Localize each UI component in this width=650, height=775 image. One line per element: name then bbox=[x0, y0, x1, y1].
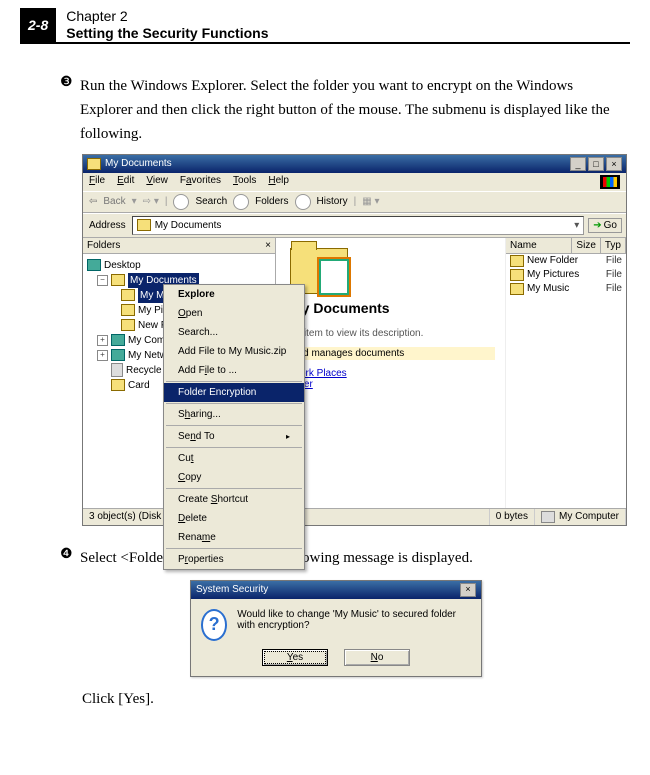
file-list: Name Size Typ New FolderFile My Pictures… bbox=[505, 238, 626, 508]
no-button[interactable]: No bbox=[344, 649, 410, 666]
folders-pane-title: Folders bbox=[87, 240, 120, 251]
step-4: ❹ Select <Folder Encryption>. The follow… bbox=[60, 546, 620, 570]
menu-help[interactable]: Help bbox=[268, 175, 289, 189]
context-menu: Explore Open Search... Add File to My Mu… bbox=[163, 284, 305, 570]
recycle-icon bbox=[111, 363, 123, 377]
question-icon: ? bbox=[201, 609, 227, 641]
go-button[interactable]: ➔Go bbox=[588, 218, 622, 233]
list-item[interactable]: New FolderFile bbox=[506, 254, 626, 268]
folders-icon bbox=[233, 194, 249, 210]
status-bytes: 0 bytes bbox=[490, 509, 535, 525]
menu-view[interactable]: View bbox=[146, 175, 168, 189]
explorer-titlebar: My Documents _ □ × bbox=[83, 155, 626, 173]
folder-icon bbox=[510, 269, 524, 281]
network-icon bbox=[111, 349, 125, 361]
address-value: My Documents bbox=[155, 220, 222, 231]
ctx-add-file[interactable]: Add File to ... bbox=[164, 361, 304, 380]
folder-icon bbox=[111, 379, 125, 391]
status-location: My Computer bbox=[559, 511, 619, 522]
close-button[interactable]: × bbox=[606, 157, 622, 171]
page-title-box: Chapter 2 Setting the Security Functions bbox=[56, 8, 268, 42]
search-button[interactable]: Search bbox=[195, 196, 227, 207]
folder-icon bbox=[510, 255, 524, 267]
chapter-subtitle: Setting the Security Functions bbox=[66, 25, 268, 42]
computer-icon bbox=[541, 511, 555, 523]
address-label: Address bbox=[87, 220, 128, 231]
folder-icon bbox=[137, 219, 151, 231]
bullet-icon: ❸ bbox=[60, 74, 80, 146]
folders-button[interactable]: Folders bbox=[255, 196, 288, 207]
menu-bar: FFileile Edit View Favorites Tools Help bbox=[83, 173, 626, 191]
address-field[interactable]: My Documents ▾ bbox=[132, 216, 585, 235]
ctx-open[interactable]: Open bbox=[164, 304, 304, 323]
ctx-explore[interactable]: Explore bbox=[164, 285, 304, 304]
ctx-folder-encryption[interactable]: Folder Encryption bbox=[164, 383, 304, 402]
history-icon bbox=[295, 194, 311, 210]
folder-icon bbox=[121, 319, 135, 331]
folder-icon bbox=[121, 289, 135, 301]
ctx-create-shortcut[interactable]: Create Shortcut bbox=[164, 490, 304, 509]
col-name[interactable]: Name bbox=[506, 238, 572, 253]
ctx-send-to[interactable]: Send To bbox=[164, 427, 304, 446]
folder-tree[interactable]: Desktop −My Documents My Mu My Pic New F… bbox=[83, 254, 275, 397]
window-title: My Documents bbox=[105, 158, 172, 169]
dialog-close-button[interactable]: × bbox=[460, 583, 476, 597]
dialog-message: Would like to change 'My Music' to secur… bbox=[237, 609, 471, 631]
folder-icon bbox=[121, 304, 135, 316]
confirm-dialog: System Security × ? Would like to change… bbox=[190, 580, 482, 677]
history-button[interactable]: History bbox=[317, 196, 348, 207]
ctx-delete[interactable]: Delete bbox=[164, 509, 304, 528]
menu-tools[interactable]: Tools bbox=[233, 175, 256, 189]
step-4-text: Select <Folder Encryption>. The followin… bbox=[80, 546, 620, 570]
menu-edit[interactable]: Edit bbox=[117, 175, 134, 189]
link-network-places[interactable]: twork Places bbox=[290, 368, 495, 379]
desktop-icon bbox=[87, 259, 101, 271]
document-overlay-icon bbox=[319, 259, 349, 295]
content-desc: and manages documents bbox=[290, 347, 495, 360]
minimize-button[interactable]: _ bbox=[570, 157, 586, 171]
col-type[interactable]: Typ bbox=[601, 238, 626, 253]
folder-icon bbox=[87, 158, 101, 170]
computer-icon bbox=[111, 334, 125, 346]
content-hint: an item to view its description. bbox=[290, 328, 495, 339]
click-yes-text: Click [Yes]. bbox=[82, 691, 620, 708]
folders-pane: Folders × Desktop −My Documents My Mu My… bbox=[83, 238, 276, 508]
ctx-rename[interactable]: Rename bbox=[164, 528, 304, 547]
ctx-search[interactable]: Search... bbox=[164, 323, 304, 342]
address-bar: Address My Documents ▾ ➔Go bbox=[83, 213, 626, 238]
step-3: ❸ Run the Windows Explorer. Select the f… bbox=[60, 74, 620, 146]
menu-file[interactable]: FFileile bbox=[89, 175, 105, 189]
menu-favorites[interactable]: Favorites bbox=[180, 175, 221, 189]
list-item[interactable]: My MusicFile bbox=[506, 282, 626, 296]
toolbar: ⇦Back▾ ⇨ ▾ | Search Folders History | ▦ … bbox=[83, 191, 626, 213]
search-icon bbox=[173, 194, 189, 210]
list-item[interactable]: My PicturesFile bbox=[506, 268, 626, 282]
maximize-button[interactable]: □ bbox=[588, 157, 604, 171]
folders-pane-close[interactable]: × bbox=[265, 240, 271, 251]
chapter-label: Chapter 2 bbox=[66, 8, 268, 25]
folder-icon bbox=[510, 283, 524, 295]
page-number: 2-8 bbox=[20, 8, 56, 42]
page-header: 2-8 Chapter 2 Setting the Security Funct… bbox=[20, 0, 630, 44]
back-button[interactable]: Back bbox=[103, 196, 125, 207]
ctx-sharing[interactable]: Sharing... bbox=[164, 405, 304, 424]
link-my-computer[interactable]: puter bbox=[290, 379, 495, 390]
folder-icon bbox=[111, 274, 125, 286]
dialog-title: System Security bbox=[196, 584, 268, 595]
ctx-add-zip[interactable]: Add File to My Music.zip bbox=[164, 342, 304, 361]
step-3-text: Run the Windows Explorer. Select the fol… bbox=[80, 74, 620, 146]
explorer-window: My Documents _ □ × FFileile Edit View Fa… bbox=[82, 154, 627, 526]
content-pane: My Documents an item to view its descrip… bbox=[276, 238, 505, 508]
ctx-cut[interactable]: Cut bbox=[164, 449, 304, 468]
yes-button[interactable]: Yes bbox=[262, 649, 328, 666]
windows-logo-icon bbox=[600, 175, 620, 189]
bullet-icon: ❹ bbox=[60, 546, 80, 570]
ctx-properties[interactable]: Properties bbox=[164, 550, 304, 569]
col-size[interactable]: Size bbox=[572, 238, 600, 253]
content-title: My Documents bbox=[290, 300, 495, 316]
ctx-copy[interactable]: Copy bbox=[164, 468, 304, 487]
